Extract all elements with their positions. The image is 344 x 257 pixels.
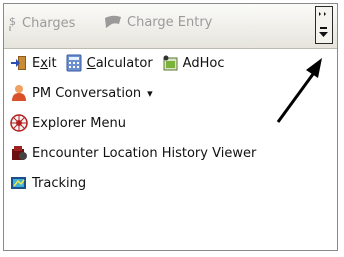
charges-label: Charges [22, 15, 76, 31]
charge-entry-button[interactable]: Charge Entry [103, 14, 212, 30]
adhoc-label: AdHoc [182, 55, 225, 71]
tracking-label: Tracking [32, 175, 87, 191]
calculator-icon [65, 54, 83, 72]
encounter-location-item[interactable]: Encounter Location History Viewer [10, 144, 256, 162]
exit-door-icon [10, 54, 28, 72]
calculator-label: Calculator [86, 55, 153, 71]
charge-entry-label: Charge Entry [127, 14, 213, 30]
adhoc-item[interactable]: AdHoc [161, 54, 225, 72]
explorer-menu-icon [10, 114, 28, 132]
encounter-location-icon [10, 144, 28, 162]
pm-conversation-label: PM Conversation [32, 85, 142, 101]
tracking-icon [10, 174, 28, 192]
tracking-item[interactable]: Tracking [10, 174, 86, 192]
toolbar-overflow-panel: $ Charges Charge Entry Exit Calculator A… [3, 3, 338, 251]
toolbar-overflow-icon [319, 12, 328, 37]
exit-label: Exit [32, 55, 57, 71]
pm-conversation-item[interactable]: PM Conversation ▾ [10, 84, 153, 102]
encounter-location-label: Encounter Location History Viewer [32, 145, 257, 161]
dollar-icon: $ [8, 14, 18, 32]
menu-row-3: Explorer Menu [10, 111, 134, 135]
menu-row-4: Encounter Location History Viewer [10, 141, 264, 165]
charges-button[interactable]: $ Charges [8, 14, 75, 32]
explorer-menu-label: Explorer Menu [32, 115, 126, 131]
calculator-item[interactable]: Calculator [65, 54, 153, 72]
menu-row-5: Tracking [10, 171, 94, 195]
toolbar-overflow-button[interactable] [315, 6, 333, 44]
explorer-menu-item[interactable]: Explorer Menu [10, 114, 126, 132]
charge-entry-icon [103, 14, 123, 30]
chevron-down-icon: ▾ [147, 86, 153, 100]
menu-row-1: Exit Calculator AdHoc [10, 51, 232, 75]
adhoc-icon [161, 54, 179, 72]
menu-row-2: PM Conversation ▾ [10, 81, 161, 105]
person-icon [10, 84, 28, 102]
exit-item[interactable]: Exit [10, 54, 57, 72]
toolbar: $ Charges Charge Entry [4, 4, 337, 49]
